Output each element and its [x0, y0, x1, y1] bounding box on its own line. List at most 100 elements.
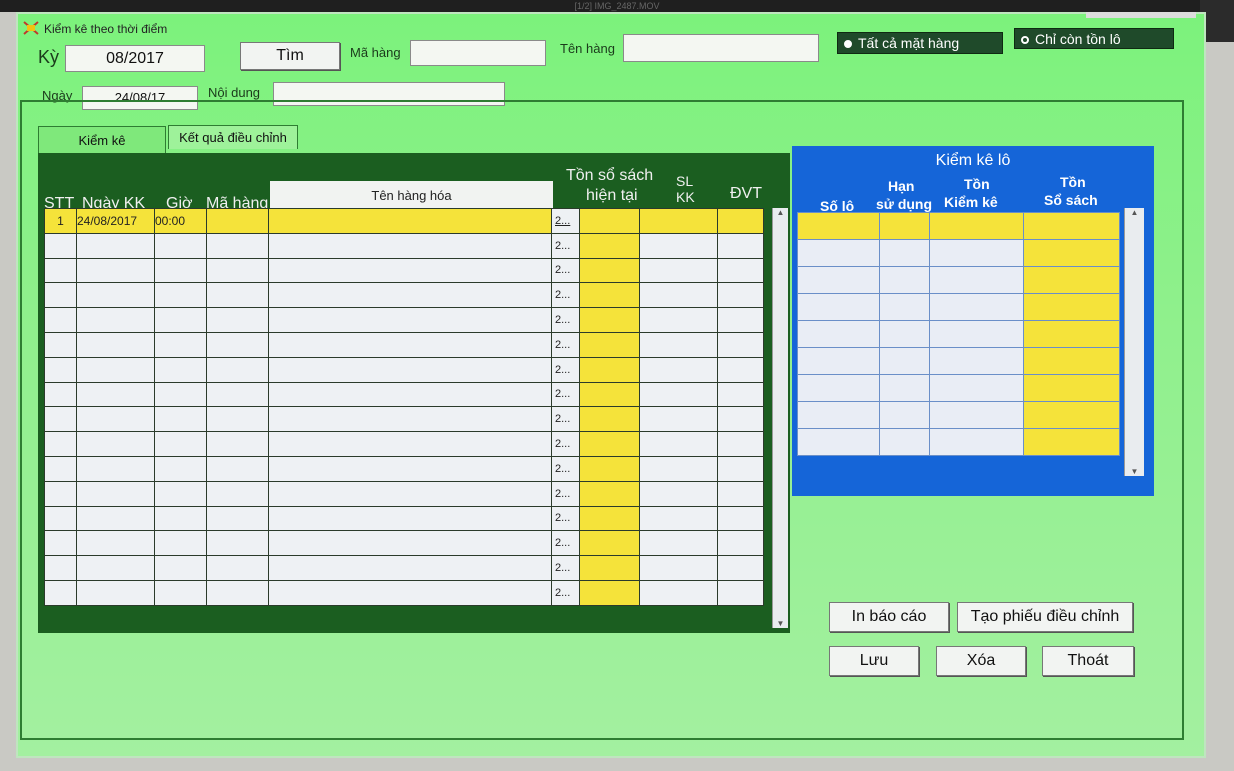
grid-cell-ten[interactable]	[268, 356, 552, 383]
grid-cell-ngay[interactable]	[76, 232, 155, 259]
table-row[interactable]: 2...	[44, 356, 764, 383]
grid-cell-ton[interactable]	[579, 307, 640, 333]
grid-cell-sl[interactable]	[639, 431, 718, 457]
lot-cell[interactable]	[1023, 401, 1120, 429]
grid-cell-ma[interactable]	[206, 431, 269, 457]
lot-cell[interactable]	[797, 401, 880, 429]
lot-cell[interactable]	[929, 401, 1024, 429]
grid-cell-ton[interactable]	[579, 406, 640, 433]
grid-cell-ton[interactable]	[579, 455, 640, 482]
grid-cell-ma[interactable]	[206, 331, 269, 358]
grid-cell-dvt[interactable]	[717, 356, 764, 383]
lot-row[interactable]	[797, 401, 1120, 429]
ten-hang-input[interactable]	[623, 34, 819, 62]
lot-cell[interactable]	[1023, 320, 1120, 348]
grid-cell-stt[interactable]	[44, 307, 77, 333]
grid-cell-gio[interactable]: 00:00	[154, 208, 207, 234]
grid-cell-dvt[interactable]	[717, 282, 764, 309]
grid-cell-c[interactable]: 2...	[551, 555, 580, 581]
lot-cell[interactable]	[929, 347, 1024, 375]
table-row[interactable]: 2...	[44, 431, 764, 457]
grid-cell-ma[interactable]	[206, 232, 269, 259]
table-row[interactable]: 2...	[44, 455, 764, 482]
grid-cell-ton[interactable]	[579, 356, 640, 383]
lot-row[interactable]	[797, 428, 1120, 456]
grid-cell-ten[interactable]	[268, 480, 552, 507]
tab-kiem-ke[interactable]: Kiểm kê	[38, 126, 166, 154]
lot-row[interactable]	[797, 266, 1120, 294]
lot-scroll-up-icon[interactable]: ▲	[1125, 208, 1144, 217]
lot-row[interactable]	[797, 347, 1120, 375]
grid-cell-c[interactable]: 2...	[551, 381, 580, 408]
grid-cell-gio[interactable]	[154, 331, 207, 358]
grid-cell-ten[interactable]	[268, 381, 552, 408]
grid-cell-sl[interactable]	[639, 406, 718, 433]
lot-cell[interactable]	[879, 266, 930, 294]
lot-cell[interactable]	[879, 239, 930, 267]
grid-cell-ten[interactable]	[268, 257, 552, 284]
radio-stock-only[interactable]: Chỉ còn tồn lô	[1014, 28, 1174, 49]
grid-cell-c[interactable]: 2...	[551, 579, 580, 606]
table-row[interactable]: 2...	[44, 331, 764, 358]
grid-cell-ten[interactable]	[268, 406, 552, 433]
radio-all-items[interactable]: Tất cả mặt hàng	[837, 32, 1003, 54]
grid-cell-ngay[interactable]	[76, 406, 155, 433]
grid-cell-gio[interactable]	[154, 356, 207, 383]
lot-row[interactable]	[797, 239, 1120, 267]
grid-cell-ton[interactable]	[579, 381, 640, 408]
grid-cell-ngay[interactable]	[76, 555, 155, 581]
grid-cell-sl[interactable]	[639, 555, 718, 581]
grid-cell-ngay[interactable]	[76, 505, 155, 532]
grid-cell-ton[interactable]	[579, 505, 640, 532]
tab-ket-qua[interactable]: Kết quả điều chỉnh	[168, 125, 298, 149]
lot-cell[interactable]	[929, 239, 1024, 267]
lot-cell[interactable]	[797, 212, 880, 240]
grid-cell-c[interactable]: 2...	[551, 307, 580, 333]
grid-cell-ngay[interactable]: 24/08/2017	[76, 208, 155, 234]
lot-cell[interactable]	[1023, 266, 1120, 294]
grid-cell-ngay[interactable]	[76, 282, 155, 309]
grid-cell-ma[interactable]	[206, 480, 269, 507]
grid-cell-sl[interactable]	[639, 381, 718, 408]
grid-cell-dvt[interactable]	[717, 579, 764, 606]
lot-cell[interactable]	[879, 212, 930, 240]
grid-cell-c[interactable]: 2...	[551, 331, 580, 358]
grid-cell-sl[interactable]	[639, 331, 718, 358]
lot-cell[interactable]	[879, 401, 930, 429]
in-bao-cao-button[interactable]: In báo cáo	[829, 602, 949, 632]
table-row[interactable]: 2...	[44, 381, 764, 408]
grid-cell-ma[interactable]	[206, 257, 269, 284]
grid-scrollbar[interactable]: ▲ ▼	[772, 208, 788, 628]
lot-cell[interactable]	[929, 374, 1024, 402]
table-row[interactable]: 2...	[44, 480, 764, 507]
ma-hang-input[interactable]	[410, 40, 546, 66]
grid-cell-ton[interactable]	[579, 232, 640, 259]
grid-cell-c[interactable]: 2...	[551, 232, 580, 259]
grid-cell-stt[interactable]	[44, 431, 77, 457]
grid-cell-ten[interactable]	[268, 431, 552, 457]
grid-cell-ton[interactable]	[579, 331, 640, 358]
grid-cell-ton[interactable]	[579, 530, 640, 557]
grid-cell-ma[interactable]	[206, 406, 269, 433]
grid-cell-ma[interactable]	[206, 381, 269, 408]
grid-cell-sl[interactable]	[639, 480, 718, 507]
grid-cell-dvt[interactable]	[717, 455, 764, 482]
grid-cell-c[interactable]: 2...	[551, 505, 580, 532]
table-row[interactable]: 2...	[44, 530, 764, 557]
grid-cell-sl[interactable]	[639, 282, 718, 309]
luu-button[interactable]: Lưu	[829, 646, 919, 676]
lot-cell[interactable]	[879, 347, 930, 375]
lot-scrollbar[interactable]: ▲ ▼	[1124, 208, 1144, 476]
lot-cell[interactable]	[1023, 212, 1120, 240]
lot-cell[interactable]	[879, 293, 930, 321]
grid-cell-ngay[interactable]	[76, 530, 155, 557]
grid-cell-ma[interactable]	[206, 307, 269, 333]
grid-cell-c[interactable]: 2...	[551, 455, 580, 482]
grid-cell-dvt[interactable]	[717, 406, 764, 433]
lot-cell[interactable]	[797, 428, 880, 456]
lot-cell[interactable]	[929, 266, 1024, 294]
scroll-up-icon[interactable]: ▲	[773, 208, 788, 217]
table-row[interactable]: 2...	[44, 406, 764, 433]
lot-cell[interactable]	[797, 266, 880, 294]
grid-cell-dvt[interactable]	[717, 555, 764, 581]
